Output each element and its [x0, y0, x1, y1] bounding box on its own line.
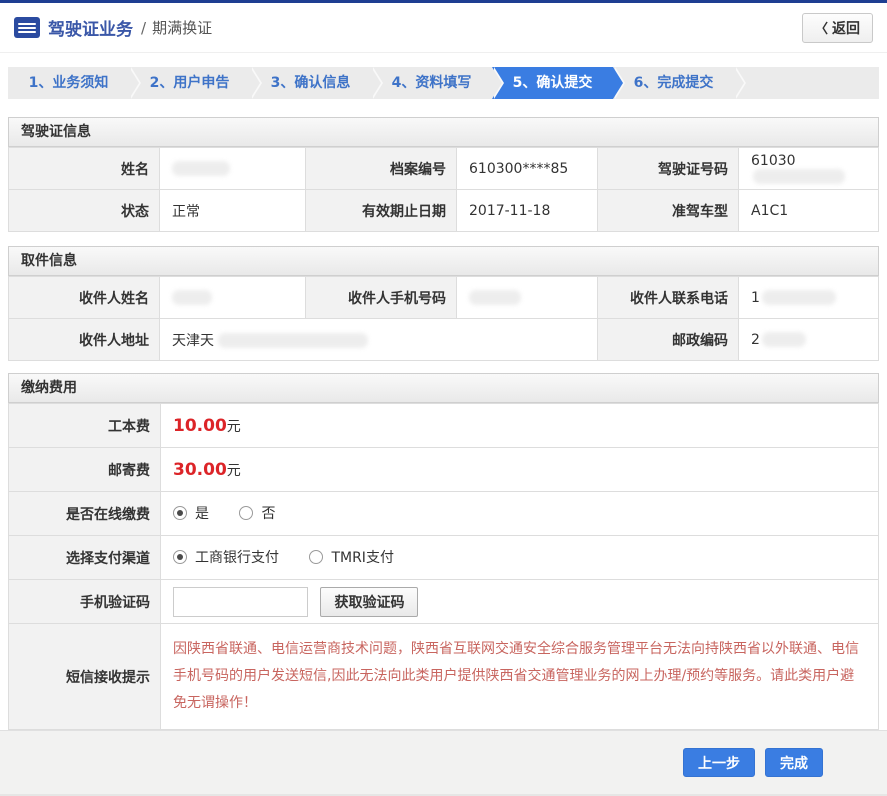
sms-tip-label: 短信接收提示 — [8, 623, 161, 730]
recipient-address-label: 收件人地址 — [8, 318, 160, 361]
step-tab-2[interactable]: 2、用户申告 — [129, 67, 262, 99]
recipient-phone-value: 1 — [738, 276, 879, 319]
pickup-info-table: 收件人姓名 收件人手机号码 收件人联系电话 1 收件人地址 天津天 邮政编码 2 — [8, 276, 879, 361]
postage-amount: 30.00 — [173, 459, 227, 480]
status-value: 正常 — [159, 189, 306, 232]
redacted-value — [753, 169, 845, 184]
vehicle-class-label: 准驾车型 — [597, 189, 739, 232]
fee-unit: 元 — [226, 418, 241, 435]
step-tab-5-active[interactable]: 5、确认提交 — [492, 67, 625, 99]
postage-value: 30.00元 — [160, 447, 879, 492]
fee-label: 工本费 — [8, 403, 161, 448]
channel-icbc-label: 工商银行支付 — [195, 550, 279, 566]
redacted-value — [172, 161, 230, 176]
previous-step-button[interactable]: 上一步 — [683, 748, 755, 777]
radio-checked-icon — [173, 506, 187, 520]
name-label: 姓名 — [8, 147, 160, 190]
payment-section: 缴纳费用 工本费 10.00元 邮寄费 30.00元 是否在线缴费 是 否 选择… — [8, 373, 879, 730]
license-info-table: 姓名 档案编号 610300****85 驾驶证号码 61030 状态 正常 有… — [8, 147, 879, 232]
step-wizard: 1、业务须知 2、用户申告 3、确认信息 4、资料填写 5、确认提交 6、完成提… — [8, 67, 879, 99]
table-row: 手机验证码 获取验证码 — [8, 579, 879, 624]
sms-code-input[interactable] — [173, 586, 308, 617]
page-header: 驾驶证业务 / 期满换证 〈 返回 — [0, 3, 887, 53]
expiry-label: 有效期止日期 — [305, 189, 457, 232]
file-no-label: 档案编号 — [305, 147, 457, 190]
recipient-address-value: 天津天 — [159, 318, 598, 361]
sms-tip-cell: 因陕西省联通、电信运营商技术问题，陕西省互联网交通安全综合服务管理平台无法向持陕… — [160, 623, 879, 730]
back-button-label: 返回 — [832, 19, 860, 36]
recipient-mobile-value — [456, 276, 598, 319]
step-bar-filler — [734, 67, 879, 99]
pay-channel-options: 工商银行支付 TMRI支付 — [160, 535, 879, 580]
back-button[interactable]: 〈 返回 — [801, 12, 873, 43]
redacted-value — [761, 290, 836, 305]
online-pay-yes-label: 是 — [195, 506, 209, 522]
license-no-label: 驾驶证号码 — [597, 147, 739, 190]
step-tab-1[interactable]: 1、业务须知 — [8, 67, 141, 99]
table-row: 收件人姓名 收件人手机号码 收件人联系电话 1 — [8, 276, 879, 319]
online-pay-no-label: 否 — [261, 506, 276, 522]
recipient-mobile-label: 收件人手机号码 — [305, 276, 457, 319]
online-pay-no-option[interactable]: 否 — [239, 503, 275, 523]
postage-unit: 元 — [226, 462, 241, 479]
page-title: 驾驶证业务 — [48, 20, 133, 40]
expiry-value: 2017-11-18 — [456, 189, 598, 232]
breadcrumb-separator: / — [141, 18, 147, 37]
table-row: 收件人地址 天津天 邮政编码 2 — [8, 318, 879, 361]
channel-icbc-option[interactable]: 工商银行支付 — [173, 547, 279, 567]
postage-label: 邮寄费 — [8, 447, 161, 492]
redacted-value — [218, 333, 368, 348]
fee-amount: 10.00 — [173, 415, 227, 436]
radio-unchecked-icon — [239, 506, 254, 520]
recipient-name-label: 收件人姓名 — [8, 276, 160, 319]
redacted-value — [172, 290, 212, 305]
breadcrumb-current: 期满换证 — [152, 19, 213, 37]
step-tab-6[interactable]: 6、完成提交 — [613, 67, 746, 99]
step-tab-4[interactable]: 4、资料填写 — [371, 67, 504, 99]
sms-tip-text: 因陕西省联通、电信运营商技术问题，陕西省互联网交通安全综合服务管理平台无法向持陕… — [173, 641, 859, 711]
radio-checked-icon — [173, 550, 187, 564]
pickup-info-section-title: 取件信息 — [8, 246, 879, 276]
table-row: 是否在线缴费 是 否 — [8, 491, 879, 536]
table-row: 工本费 10.00元 — [8, 403, 879, 448]
footer-bar: 上一步 完成 — [0, 730, 887, 796]
name-value — [159, 147, 306, 190]
table-row: 选择支付渠道 工商银行支付 TMRI支付 — [8, 535, 879, 580]
file-no-value: 610300****85 — [456, 147, 598, 190]
channel-tmri-label: TMRI支付 — [331, 550, 394, 566]
fee-value: 10.00元 — [160, 403, 879, 448]
payment-section-title: 缴纳费用 — [8, 373, 879, 403]
online-pay-label: 是否在线缴费 — [8, 491, 161, 536]
list-icon — [14, 17, 40, 38]
step-tab-3[interactable]: 3、确认信息 — [250, 67, 383, 99]
finish-button[interactable]: 完成 — [765, 748, 823, 777]
payment-table: 工本费 10.00元 邮寄费 30.00元 是否在线缴费 是 否 选择支付渠道 … — [8, 403, 879, 730]
license-no-value: 61030 — [738, 147, 879, 190]
chevron-left-icon: 〈 — [814, 21, 828, 36]
get-code-button[interactable]: 获取验证码 — [320, 586, 419, 617]
online-pay-yes-option[interactable]: 是 — [173, 503, 209, 523]
online-pay-options: 是 否 — [160, 491, 879, 536]
license-info-section-title: 驾驶证信息 — [8, 117, 879, 147]
table-row: 状态 正常 有效期止日期 2017-11-18 准驾车型 A1C1 — [8, 189, 879, 232]
pay-channel-label: 选择支付渠道 — [8, 535, 161, 580]
table-row: 姓名 档案编号 610300****85 驾驶证号码 61030 — [8, 147, 879, 190]
recipient-name-value — [159, 276, 306, 319]
vehicle-class-value: A1C1 — [738, 189, 879, 232]
sms-code-label: 手机验证码 — [8, 579, 161, 624]
channel-tmri-option[interactable]: TMRI支付 — [309, 547, 394, 567]
redacted-value — [469, 290, 521, 305]
postal-code-value: 2 — [738, 318, 879, 361]
radio-unchecked-icon — [309, 550, 324, 564]
recipient-phone-label: 收件人联系电话 — [597, 276, 739, 319]
postal-code-label: 邮政编码 — [597, 318, 739, 361]
status-label: 状态 — [8, 189, 160, 232]
table-row: 邮寄费 30.00元 — [8, 447, 879, 492]
pickup-info-section: 取件信息 收件人姓名 收件人手机号码 收件人联系电话 1 收件人地址 天津天 邮… — [8, 246, 879, 361]
table-row: 短信接收提示 因陕西省联通、电信运营商技术问题，陕西省互联网交通安全综合服务管理… — [8, 623, 879, 730]
sms-code-field-cell: 获取验证码 — [160, 579, 879, 624]
license-info-section: 驾驶证信息 姓名 档案编号 610300****85 驾驶证号码 61030 状… — [8, 117, 879, 232]
redacted-value — [761, 332, 806, 347]
